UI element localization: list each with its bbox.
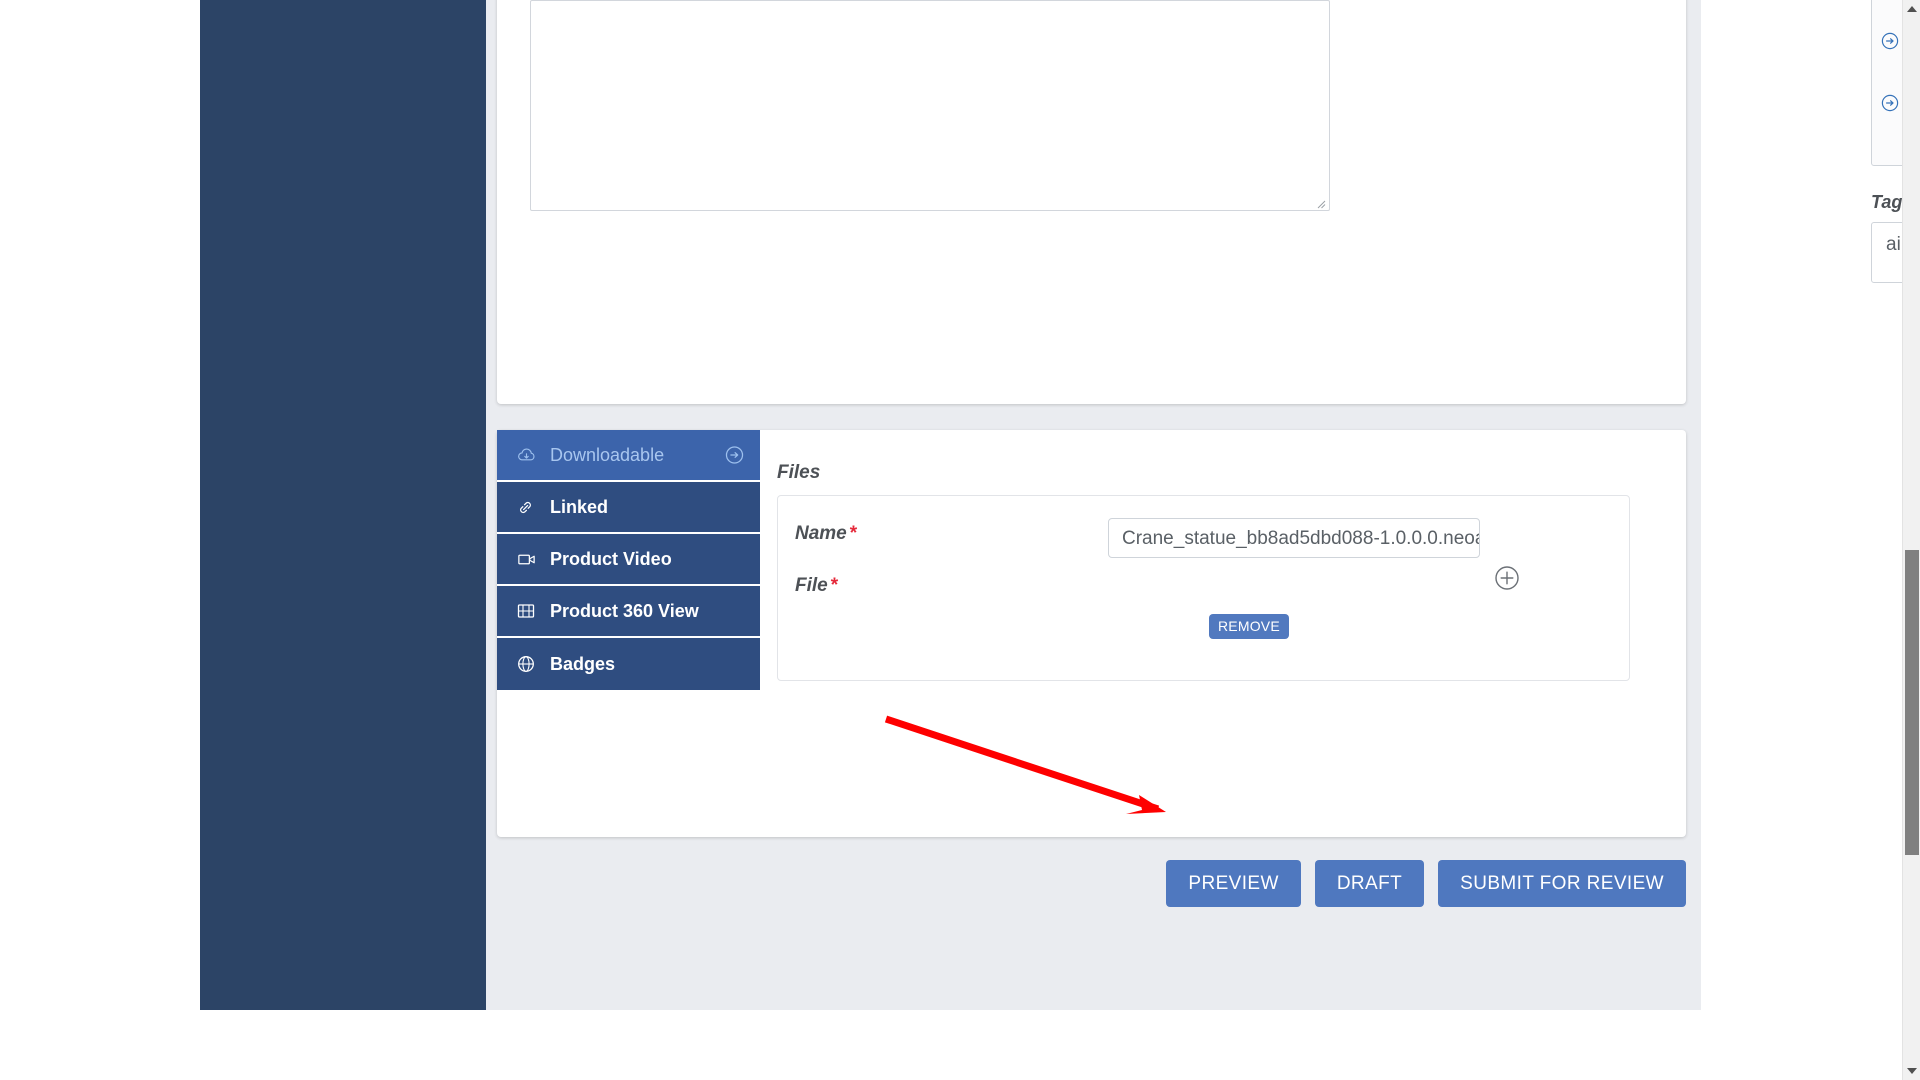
downloadable-section-card: Downloadable Linked Product Video Produc… xyxy=(497,430,1686,837)
browser-vertical-scrollbar[interactable] xyxy=(1902,0,1920,1080)
files-panel: Files Name * Crane_statue_bb8ad5dbd088-1.… xyxy=(769,462,1686,681)
tab-badges-label: Badges xyxy=(550,653,616,674)
textarea-resize-handle[interactable] xyxy=(1314,196,1326,209)
file-entry-box: Name * Crane_statue_bb8ad5dbd088-1.0.0.0.… xyxy=(777,495,1630,681)
circle-arrow-right-icon[interactable] xyxy=(1880,93,1900,113)
app-sidebar xyxy=(200,0,486,1010)
required-asterisk: * xyxy=(849,523,858,544)
files-title: Files xyxy=(777,462,821,483)
tab-badges[interactable]: Badges xyxy=(497,638,760,690)
browser-scrollbar-thumb[interactable] xyxy=(1905,550,1919,855)
file-name-label: Name * xyxy=(795,523,857,545)
tab-downloadable[interactable]: Downloadable xyxy=(497,430,760,482)
tab-product-video[interactable]: Product Video xyxy=(497,534,760,586)
tab-product-video-label: Product Video xyxy=(550,548,672,569)
tab-linked[interactable]: Linked xyxy=(497,482,760,534)
scroll-arrow-down-icon[interactable] xyxy=(1907,1068,1917,1074)
scroll-arrow-up-icon[interactable] xyxy=(1907,6,1917,12)
page-canvas: Add-ons Apps Audio Game xyxy=(0,0,1920,1080)
description-textarea[interactable] xyxy=(530,0,1330,211)
file-upload-label: File * xyxy=(795,575,838,597)
preview-button[interactable]: PREVIEW xyxy=(1166,860,1301,907)
draft-button[interactable]: DRAFT xyxy=(1314,860,1425,907)
video-camera-icon xyxy=(516,549,540,570)
film-strip-icon xyxy=(516,601,540,621)
file-name-input-value: Crane_statue_bb8ad5dbd088-1.0.0.0.neoaxi… xyxy=(1122,528,1479,549)
file-name-input[interactable]: Crane_statue_bb8ad5dbd088-1.0.0.0.neoaxi… xyxy=(1108,518,1480,558)
cloud-download-icon xyxy=(516,445,540,466)
tab-product-360-view[interactable]: Product 360 View xyxy=(497,586,760,638)
circle-arrow-right-icon[interactable] xyxy=(1880,31,1900,51)
form-action-bar: PREVIEW DRAFT SUBMIT FOR REVIEW xyxy=(497,860,1686,907)
required-asterisk: * xyxy=(830,575,839,596)
tab-downloadable-label: Downloadable xyxy=(550,444,665,465)
media-type-tabs: Downloadable Linked Product Video Produc… xyxy=(497,430,760,690)
submit-for-review-button[interactable]: SUBMIT FOR REVIEW xyxy=(1438,860,1686,907)
screen-root: Add-ons Apps Audio Game xyxy=(0,0,1920,1080)
tab-linked-label: Linked xyxy=(550,496,609,517)
globe-icon xyxy=(516,654,540,674)
plus-circle-icon[interactable] xyxy=(1494,565,1520,591)
remove-file-button[interactable]: REMOVE xyxy=(1209,614,1289,639)
link-icon xyxy=(516,498,540,517)
file-upload-label-text: File xyxy=(795,575,828,596)
file-name-label-text: Name xyxy=(795,523,847,544)
product-details-card: Add-ons Apps Audio Game xyxy=(497,0,1920,404)
page-below-fold-area xyxy=(0,1010,1902,1080)
circle-arrow-right-icon[interactable] xyxy=(725,446,744,465)
tab-product-360-view-label: Product 360 View xyxy=(550,600,699,621)
